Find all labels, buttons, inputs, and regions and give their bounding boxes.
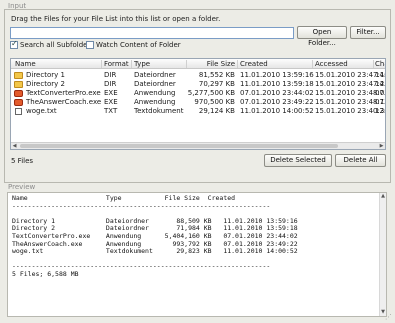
column-header-created[interactable]: Created <box>240 59 268 69</box>
resize-grip-icon[interactable]: ⋰ <box>385 313 393 321</box>
delete-selected-button[interactable]: Delete Selected <box>264 154 332 167</box>
scroll-thumb[interactable] <box>20 144 338 148</box>
row-size: 70,297 KB <box>198 80 235 88</box>
file-count-label: 5 Files <box>11 157 34 165</box>
folder-path-input[interactable] <box>10 27 294 39</box>
exe-icon <box>14 99 23 106</box>
checkbox-unchecked-icon[interactable] <box>86 41 94 49</box>
row-size: 81,552 KB <box>198 71 235 79</box>
table-row[interactable]: Directory 1 DIR Dateiordner 81,552 KB 11… <box>11 71 385 80</box>
watch-folder-label: Watch Content of Folder <box>96 41 181 49</box>
row-name: Directory 1 <box>26 71 65 79</box>
row-changed: 07.0 <box>375 98 386 106</box>
filter-button[interactable]: Filter... <box>350 26 386 39</box>
open-folder-button[interactable]: Open Folder... <box>297 26 347 47</box>
row-size: 5,277,500 KB <box>187 89 235 97</box>
table-row[interactable]: woge.txt TXT Textdokument 29,124 KB 11.0… <box>11 107 385 116</box>
column-header-accessed[interactable]: Accessed <box>315 59 348 69</box>
row-created: 11.01.2010 14:00:52 <box>240 107 314 115</box>
vertical-scrollbar[interactable]: ▲ ▼ <box>379 193 386 316</box>
file-list-header: Name Format Type File Size Created Acces… <box>11 59 385 69</box>
row-name: TextConverterPro.exe <box>26 89 101 97</box>
row-name: woge.txt <box>26 107 57 115</box>
row-type: Anwendung <box>134 89 176 97</box>
row-size: 970,500 KB <box>194 98 235 106</box>
search-subfolders-checkbox[interactable]: Search all Subfolders <box>10 39 94 49</box>
delete-all-button[interactable]: Delete All <box>335 154 386 167</box>
table-row[interactable]: TheAnswerCoach.exe EXE Anwendung 970,500… <box>11 98 385 107</box>
preview-section-title: Preview <box>8 183 36 191</box>
row-created: 11.01.2010 13:59:16 <box>240 71 314 79</box>
column-header-type[interactable]: Type <box>134 59 150 69</box>
preview-textbox[interactable]: Name Type File Size Created ------------… <box>7 192 387 317</box>
watch-folder-checkbox[interactable]: Watch Content of Folder <box>86 41 181 49</box>
column-header-format[interactable]: Format <box>104 59 129 69</box>
file-list-table[interactable]: Name Format Type File Size Created Acces… <box>10 58 386 150</box>
scroll-left-icon[interactable]: ◀ <box>11 143 18 149</box>
row-created: 07.01.2010 23:49:22 <box>240 98 314 106</box>
preview-text: Name Type File Size Created ------------… <box>12 194 298 278</box>
column-header-file-size[interactable]: File Size <box>187 59 235 69</box>
column-header-name[interactable]: Name <box>15 59 36 69</box>
row-created: 07.01.2010 23:44:02 <box>240 89 314 97</box>
folder-icon <box>14 81 23 88</box>
checkbox-checked-icon[interactable] <box>10 39 18 49</box>
column-header-changed[interactable]: Cha <box>375 59 385 69</box>
row-changed: 12.0 <box>375 107 386 115</box>
folder-icon <box>14 72 23 79</box>
row-name: TheAnswerCoach.exe <box>26 98 102 106</box>
row-format: TXT <box>104 107 118 115</box>
row-name: Directory 2 <box>26 80 65 88</box>
row-format: DIR <box>104 80 117 88</box>
scroll-up-icon[interactable]: ▲ <box>380 193 386 200</box>
horizontal-scrollbar[interactable]: ◀ ▶ <box>11 142 385 149</box>
drag-hint-text: Drag the Files for your File List into t… <box>11 15 221 23</box>
row-size: 29,124 KB <box>198 107 235 115</box>
row-type: Anwendung <box>134 98 176 106</box>
row-type: Dateiordner <box>134 71 176 79</box>
row-changed: 14.0 <box>375 80 386 88</box>
row-format: EXE <box>104 98 118 106</box>
search-subfolders-label: Search all Subfolders <box>20 41 94 49</box>
row-format: DIR <box>104 71 117 79</box>
table-row[interactable]: TextConverterPro.exe EXE Anwendung 5,277… <box>11 89 385 98</box>
row-type: Textdokument <box>134 107 184 115</box>
exe-icon <box>14 90 23 97</box>
row-type: Dateiordner <box>134 80 176 88</box>
row-changed: 07.0 <box>375 89 386 97</box>
scroll-right-icon[interactable]: ▶ <box>378 143 385 149</box>
row-changed: 14.0 <box>375 71 386 79</box>
row-format: EXE <box>104 89 118 97</box>
row-created: 11.01.2010 13:59:18 <box>240 80 314 88</box>
text-file-icon <box>15 108 22 115</box>
table-row[interactable]: Directory 2 DIR Dateiordner 70,297 KB 11… <box>11 80 385 89</box>
